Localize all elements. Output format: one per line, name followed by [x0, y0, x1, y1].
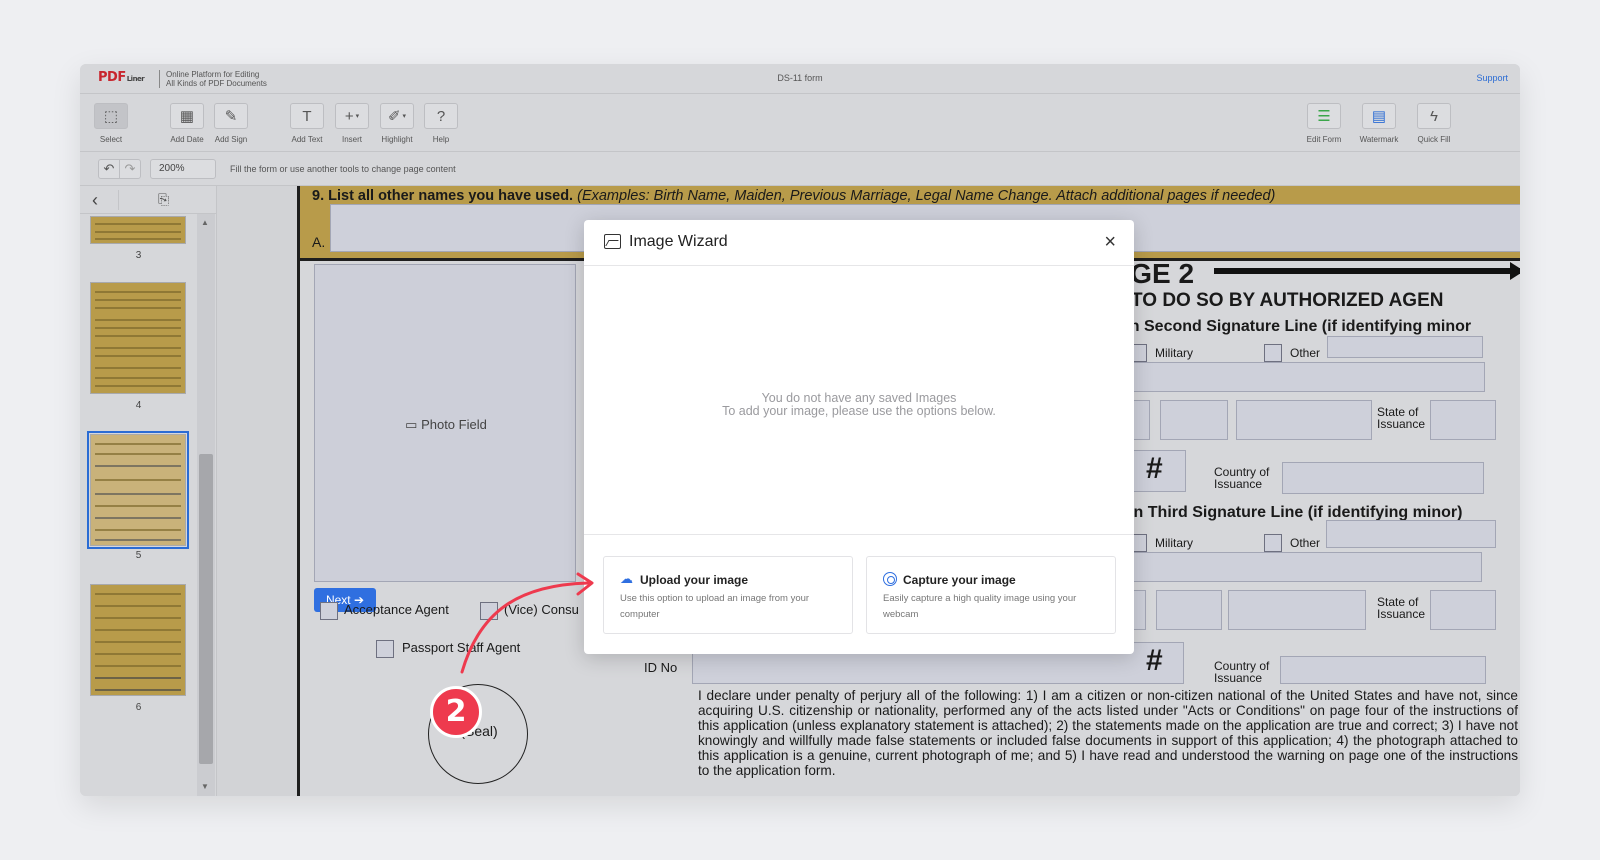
- step-number-badge: 2: [430, 686, 482, 738]
- callout-arrow: [460, 572, 594, 674]
